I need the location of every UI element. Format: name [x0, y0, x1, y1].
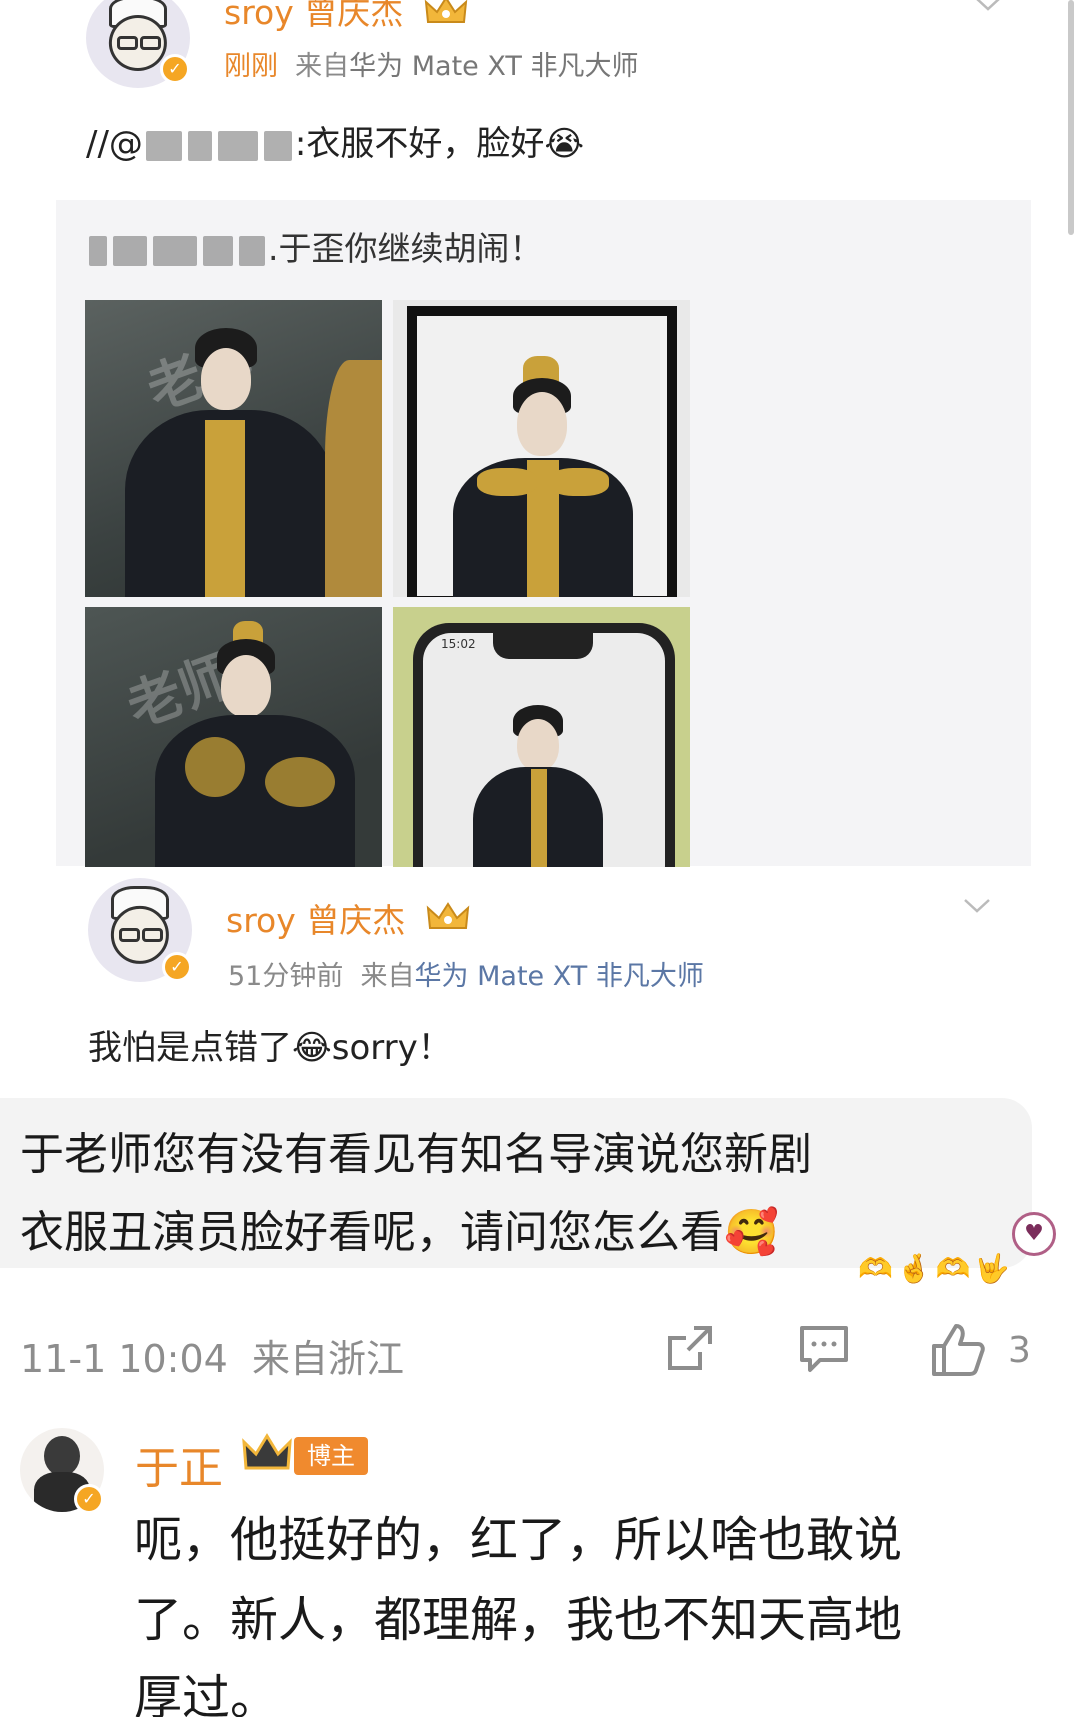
- laugh-emoji: 😂: [292, 1028, 332, 1068]
- like-button[interactable]: [930, 1322, 986, 1378]
- like-count: 3: [1008, 1330, 1031, 1371]
- verified-icon: ✓: [160, 54, 190, 84]
- post-time: 刚刚: [224, 51, 278, 82]
- crying-emoji: 😭: [544, 124, 585, 164]
- blogger-username[interactable]: 于正: [135, 1432, 223, 1496]
- chevron-down-icon[interactable]: [974, 0, 1002, 12]
- comment-emoji: 🥰: [724, 1207, 779, 1258]
- verified-icon: ✓: [74, 1484, 104, 1514]
- comment-time: 11-1 10:04: [20, 1337, 228, 1381]
- post-time: 51分钟前: [228, 961, 344, 992]
- photo-3[interactable]: 老师: [85, 607, 382, 867]
- comment-line-2-text: 衣服丑演员脸好看呢，请问您怎么看: [20, 1207, 724, 1258]
- quoted-body: .于歪你继续胡闹！: [268, 229, 543, 268]
- heart-react-icon[interactable]: ♥: [1012, 1212, 1056, 1256]
- crown-icon: [426, 902, 470, 929]
- like-icon: [932, 1324, 985, 1376]
- repost-card: ✓ sroy 曾庆杰 刚刚 来自华为 Mate XT 非凡大师 //@ :衣服不好…: [0, 0, 1080, 870]
- share-button[interactable]: [664, 1322, 716, 1378]
- post-meta: 刚刚 来自华为 Mate XT 非凡大师: [224, 44, 638, 83]
- repost-prefix: //@: [86, 124, 143, 164]
- comment-button[interactable]: [798, 1322, 850, 1378]
- reply-line-2: 了。新人，都理解，我也不知天高地: [134, 1592, 903, 1648]
- chevron-down-icon[interactable]: [963, 898, 991, 914]
- reply-line-3: 厚过。: [134, 1670, 279, 1717]
- quoted-text: .于歪你继续胡闹！: [86, 222, 543, 270]
- phone-time: 15:02: [441, 637, 476, 651]
- photo-4[interactable]: 15:02: [393, 607, 690, 867]
- comment-line-1: 于老师您有没有看见有知名导演说您新剧: [20, 1129, 812, 1180]
- repost-body: :衣服不好，脸好: [294, 124, 545, 164]
- device-label[interactable]: 华为 Mate XT 非凡大师: [349, 51, 638, 82]
- source-prefix: 来自: [295, 51, 350, 82]
- comment-meta: 11-1 10:04 来自浙江: [20, 1328, 404, 1383]
- comment-location: 来自浙江: [252, 1337, 405, 1381]
- post-body-tail: sorry！: [331, 1028, 452, 1068]
- photo-1[interactable]: 老师 老师: [85, 300, 382, 597]
- photo-2[interactable]: [393, 300, 690, 597]
- repost-text: //@ :衣服不好，脸好😭: [86, 116, 584, 165]
- post-body-text: 我怕是点错了: [88, 1028, 292, 1068]
- source-prefix: 来自: [360, 961, 415, 992]
- blogger-badge: 博主: [294, 1437, 368, 1475]
- verified-icon: ✓: [162, 952, 192, 982]
- comment-icon: [800, 1326, 848, 1372]
- original-post-card: ✓ sroy 曾庆杰 51分钟前 来自华为 Mate XT 非凡大师 我怕是点错…: [0, 870, 1080, 1100]
- comment-line-2: 衣服丑演员脸好看呢，请问您怎么看🥰: [20, 1196, 779, 1260]
- reply-line-1: 呃，他挺好的，红了，所以啥也敢说: [134, 1512, 903, 1568]
- post-meta: 51分钟前 来自华为 Mate XT 非凡大师: [228, 954, 704, 993]
- username[interactable]: sroy 曾庆杰: [224, 0, 403, 34]
- reaction-stickers: 🫶🤞🫶🤟: [858, 1252, 1014, 1285]
- username[interactable]: sroy 曾庆杰: [226, 894, 405, 942]
- crown-icon: [424, 0, 468, 23]
- share-icon: [668, 1326, 712, 1370]
- crown-icon: [242, 1433, 292, 1470]
- device-label[interactable]: 华为 Mate XT 非凡大师: [415, 961, 704, 992]
- post-body: 我怕是点错了😂sorry！: [88, 1020, 452, 1069]
